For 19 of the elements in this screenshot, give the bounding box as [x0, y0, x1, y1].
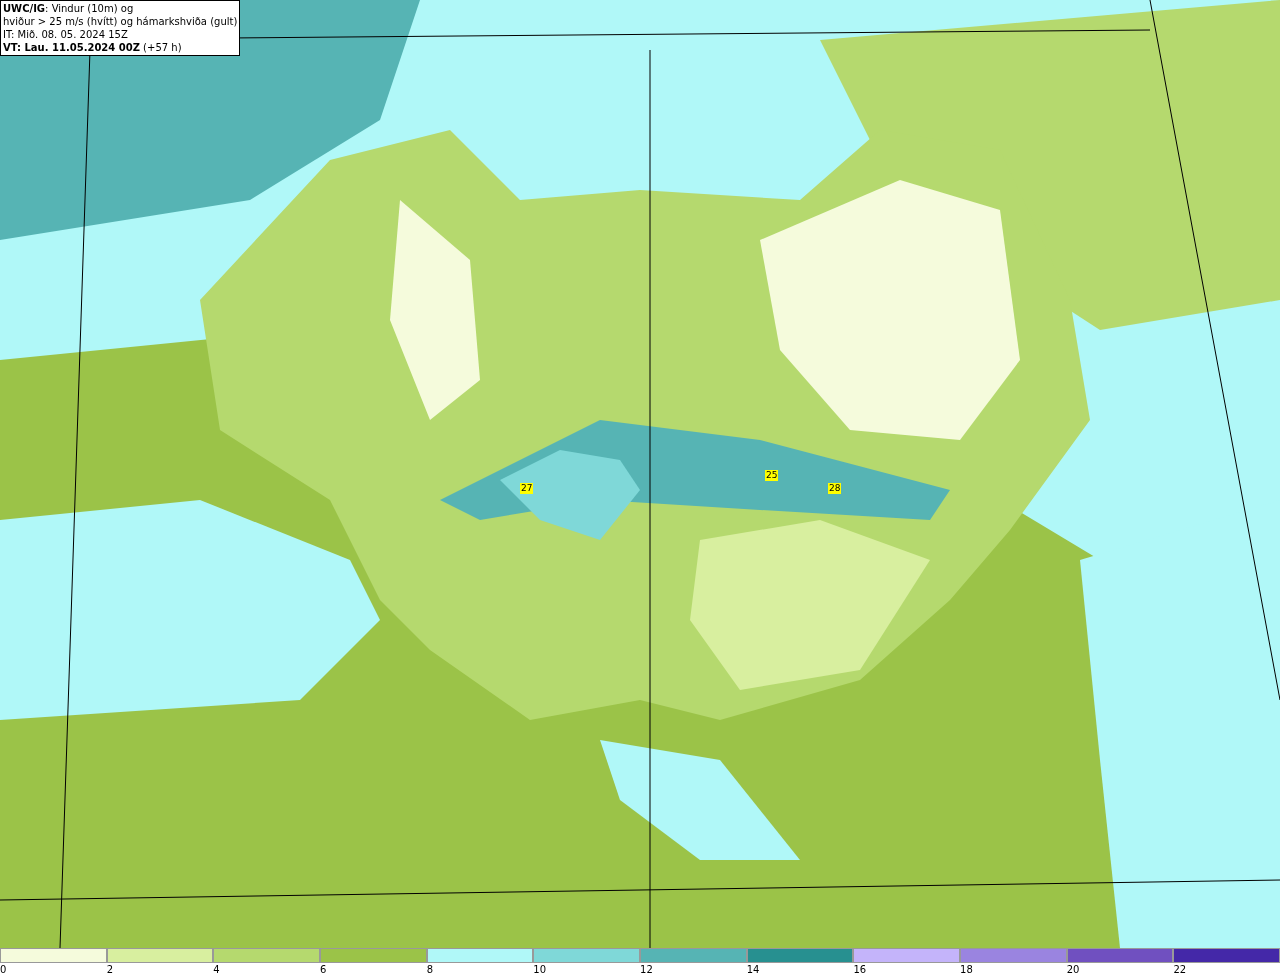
gust-label: 25	[765, 470, 779, 481]
scale-label: 18	[960, 963, 973, 977]
scale-label: 16	[853, 963, 867, 977]
gust-label: 28	[828, 483, 842, 494]
info-text: VT: Lau. 11.05.2024 00Z (+57 h)	[3, 41, 183, 54]
scale-label: 8	[426, 963, 434, 977]
scale-label: 12	[640, 963, 653, 977]
scale-label: 22	[1173, 963, 1187, 977]
scale-label: 2	[106, 963, 114, 977]
info-text: UWC/IG: Vindur (10m) og	[3, 2, 135, 15]
gust-label: 27	[520, 483, 534, 494]
info-text: IT: Mið. 08. 05. 2024 15Z	[3, 28, 129, 41]
info-text: hviður > 25 m/s (hvítt) og hámarkshviða (gult)	[3, 15, 238, 28]
scale-label: 14	[746, 963, 760, 977]
scale-label: 6	[320, 963, 327, 977]
scale-label: 0	[0, 963, 7, 977]
scale-label: 10	[533, 963, 547, 977]
scale-label: 20	[1066, 963, 1080, 977]
scale-label: 4	[213, 963, 220, 977]
